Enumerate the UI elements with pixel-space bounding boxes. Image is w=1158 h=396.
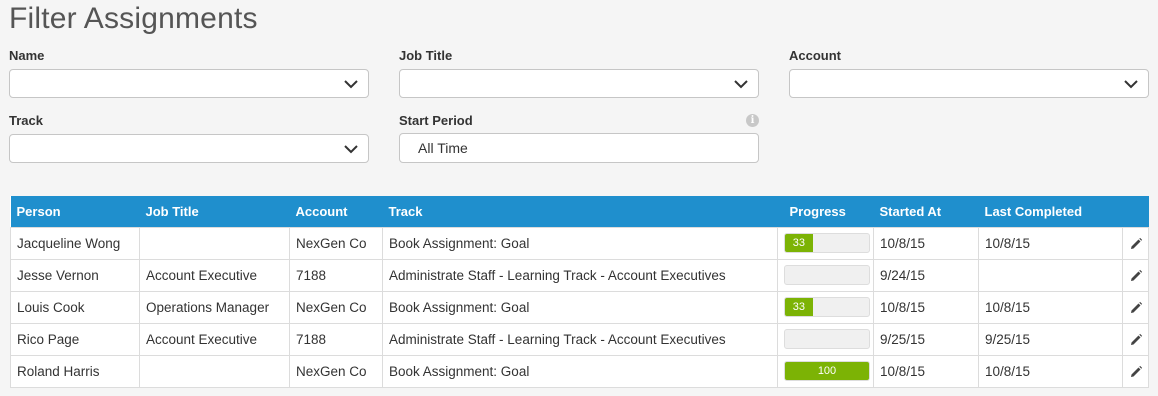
pencil-icon[interactable] — [1129, 333, 1143, 347]
column-header-progress[interactable]: Progress — [778, 196, 874, 227]
chevron-down-icon — [344, 80, 358, 89]
column-header-account[interactable]: Account — [290, 196, 383, 227]
name-label: Name — [9, 48, 45, 63]
chevron-down-icon — [344, 145, 358, 154]
start-period-label: Start Period — [399, 113, 473, 128]
table-row: Jacqueline Wong NexGen Co Book Assignmen… — [10, 226, 1149, 260]
cell-job-title: Operations Manager — [139, 290, 290, 324]
cell-progress — [777, 322, 874, 356]
cell-progress — [777, 258, 874, 292]
cell-edit — [1122, 322, 1149, 356]
track-label: Track — [9, 113, 43, 128]
cell-person: Rico Page — [10, 322, 140, 356]
progress-bar — [784, 329, 870, 349]
cell-progress: 100 — [777, 354, 874, 388]
cell-started-at: 9/24/15 — [873, 258, 979, 292]
cell-job-title: Account Executive — [139, 258, 290, 292]
chevron-down-icon — [1124, 80, 1138, 89]
cell-started-at: 10/8/15 — [873, 226, 979, 260]
cell-last-completed: 10/8/15 — [978, 226, 1123, 260]
cell-track: Book Assignment: Goal — [382, 226, 778, 260]
cell-progress: 33 — [777, 290, 874, 324]
account-label: Account — [789, 48, 841, 63]
cell-track: Administrate Staff - Learning Track - Ac… — [382, 322, 778, 356]
table-header-row: Person Job Title Account Track Progress … — [10, 196, 1149, 227]
cell-account: NexGen Co — [289, 290, 383, 324]
chevron-down-icon — [734, 80, 748, 89]
account-select[interactable] — [789, 69, 1149, 98]
cell-started-at: 9/25/15 — [873, 322, 979, 356]
progress-bar — [784, 265, 870, 285]
column-header-track[interactable]: Track — [383, 196, 778, 227]
cell-track: Book Assignment: Goal — [382, 290, 778, 324]
cell-account: NexGen Co — [289, 226, 383, 260]
table-row: Jesse Vernon Account Executive 7188 Admi… — [10, 258, 1149, 292]
pencil-icon[interactable] — [1129, 237, 1143, 251]
cell-edit — [1122, 226, 1149, 260]
job-title-label: Job Title — [399, 48, 453, 63]
column-header-started-at[interactable]: Started At — [874, 196, 979, 227]
progress-bar: 33 — [784, 233, 870, 253]
info-icon[interactable]: i — [746, 114, 759, 127]
cell-edit — [1122, 290, 1149, 324]
progress-bar: 33 — [784, 297, 870, 317]
progress-fill: 33 — [785, 298, 813, 316]
column-header-job-title[interactable]: Job Title — [140, 196, 290, 227]
table-row: Roland Harris NexGen Co Book Assignment:… — [10, 354, 1149, 388]
cell-person: Jesse Vernon — [10, 258, 140, 292]
column-header-actions — [1123, 196, 1149, 227]
pencil-icon[interactable] — [1129, 301, 1143, 315]
cell-account: 7188 — [289, 322, 383, 356]
start-period-input[interactable]: All Time — [399, 133, 759, 163]
cell-track: Book Assignment: Goal — [382, 354, 778, 388]
table-row: Louis Cook Operations Manager NexGen Co … — [10, 290, 1149, 324]
assignments-table: Person Job Title Account Track Progress … — [10, 196, 1149, 388]
cell-job-title: Account Executive — [139, 322, 290, 356]
cell-edit — [1122, 354, 1149, 388]
cell-job-title — [139, 354, 290, 388]
name-select[interactable] — [9, 69, 369, 98]
pencil-icon[interactable] — [1129, 269, 1143, 283]
cell-progress: 33 — [777, 226, 874, 260]
cell-started-at: 10/8/15 — [873, 290, 979, 324]
job-title-select[interactable] — [399, 69, 759, 98]
cell-last-completed: 10/8/15 — [978, 354, 1123, 388]
cell-last-completed: 10/8/15 — [978, 290, 1123, 324]
cell-job-title — [139, 226, 290, 260]
cell-person: Roland Harris — [10, 354, 140, 388]
page-title: Filter Assignments — [9, 2, 258, 35]
cell-last-completed: 9/25/15 — [978, 322, 1123, 356]
progress-fill: 100 — [785, 362, 869, 380]
cell-person: Louis Cook — [10, 290, 140, 324]
track-select[interactable] — [9, 134, 369, 163]
cell-account: NexGen Co — [289, 354, 383, 388]
progress-bar: 100 — [784, 361, 870, 381]
cell-edit — [1122, 258, 1149, 292]
cell-started-at: 10/8/15 — [873, 354, 979, 388]
table-row: Rico Page Account Executive 7188 Adminis… — [10, 322, 1149, 356]
pencil-icon[interactable] — [1129, 365, 1143, 379]
cell-person: Jacqueline Wong — [10, 226, 140, 260]
progress-fill: 33 — [785, 234, 813, 252]
cell-last-completed — [978, 258, 1123, 292]
column-header-person[interactable]: Person — [11, 196, 140, 227]
cell-account: 7188 — [289, 258, 383, 292]
cell-track: Administrate Staff - Learning Track - Ac… — [382, 258, 778, 292]
column-header-last-completed[interactable]: Last Completed — [979, 196, 1123, 227]
